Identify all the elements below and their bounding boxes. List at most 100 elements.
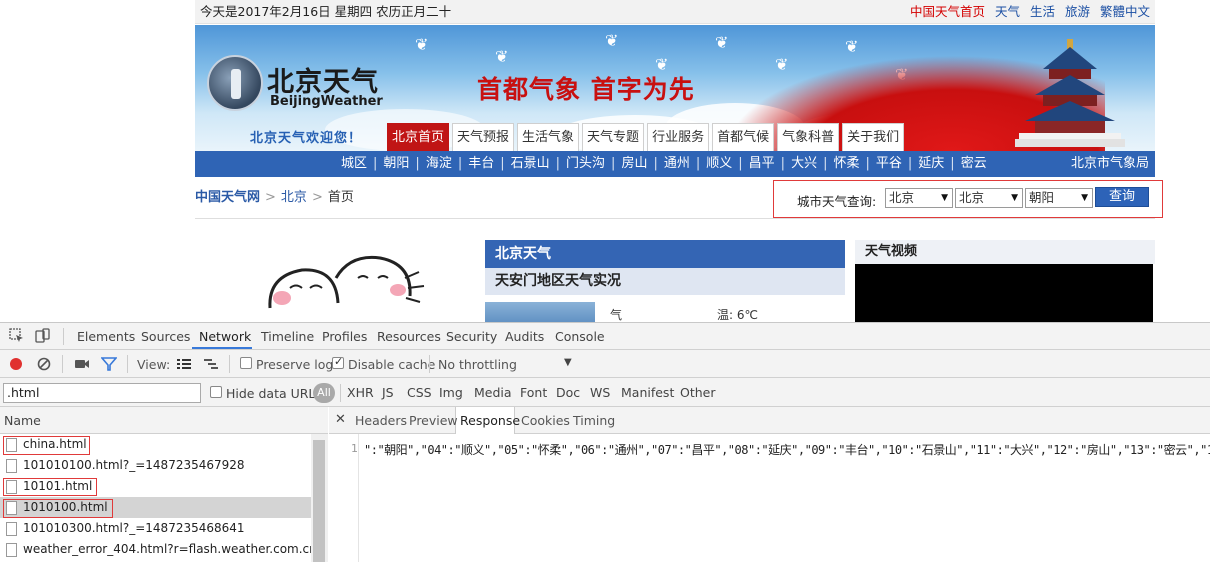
district-link[interactable]: 石景山 — [511, 156, 550, 171]
district-select[interactable]: 朝阳 ▼ — [1025, 188, 1093, 208]
link-travel[interactable]: 旅游 — [1065, 4, 1090, 19]
tab-security[interactable]: Security — [446, 329, 497, 344]
video-player[interactable] — [855, 264, 1153, 322]
district-link[interactable]: 房山 — [621, 156, 647, 171]
date-text: 今天是2017年2月16日 星期四 农历正月二十 — [200, 4, 452, 19]
dove-icon: ❦ — [715, 33, 729, 52]
district-link[interactable]: 海淀 — [426, 156, 452, 171]
tab-sources[interactable]: Sources — [141, 329, 190, 344]
filter-ws[interactable]: WS — [590, 385, 610, 400]
district-link[interactable]: 顺义 — [706, 156, 732, 171]
district-link[interactable]: 丰台 — [468, 156, 494, 171]
tiananmen-weather-header: 天安门地区天气实况 — [485, 268, 845, 295]
filter-all-button[interactable]: All — [313, 383, 335, 403]
breadcrumb-china-weather[interactable]: 中国天气网 — [195, 190, 260, 205]
province-select[interactable]: 北京 ▼ — [885, 188, 953, 208]
file-icon — [6, 459, 17, 473]
response-body[interactable]: ":"朝阳","04":"顺义","05":"怀柔","06":"通州","07… — [364, 441, 1210, 458]
name-column-header[interactable]: Name — [0, 407, 328, 434]
filter-other[interactable]: Other — [680, 385, 716, 400]
tab-cookies[interactable]: Cookies — [521, 413, 570, 428]
preserve-log-checkbox[interactable] — [240, 357, 252, 369]
query-label: 城市天气查询: — [797, 194, 877, 209]
query-button[interactable]: 查询 — [1095, 187, 1149, 207]
link-traditional-chinese[interactable]: 繁體中文 — [1100, 4, 1150, 19]
breadcrumb: 中国天气网 > 北京 > 首页 — [195, 186, 354, 205]
filter-doc[interactable]: Doc — [556, 385, 580, 400]
beijing-weather-logo-icon[interactable] — [207, 55, 263, 111]
cartoon-illustration — [268, 255, 425, 309]
link-china-weather-home[interactable]: 中国天气首页 — [910, 4, 985, 19]
tab-industry-services[interactable]: 行业服务 — [647, 123, 710, 151]
dropdown-arrow-icon: ▼ — [1011, 193, 1018, 203]
request-row[interactable]: 101010100.html?_=1487235467928 — [0, 455, 311, 476]
filter-manifest[interactable]: Manifest — [621, 385, 674, 400]
tab-console[interactable]: Console — [555, 329, 605, 344]
filter-font[interactable]: Font — [520, 385, 547, 400]
district-link[interactable]: 平谷 — [876, 156, 902, 171]
tab-network[interactable]: Network — [199, 329, 251, 344]
province-select-value: 北京 — [889, 190, 915, 205]
breadcrumb-beijing[interactable]: 北京 — [281, 190, 307, 205]
filter-icon[interactable] — [101, 356, 117, 372]
list-view-icon[interactable] — [176, 356, 192, 372]
close-icon[interactable]: ✕ — [335, 412, 346, 427]
filter-js[interactable]: JS — [382, 385, 394, 400]
tab-headers[interactable]: Headers — [355, 413, 407, 428]
request-row[interactable]: weather_error_404.html?r=flash.weather.c… — [0, 539, 311, 560]
throttling-select[interactable]: No throttling — [438, 357, 517, 372]
district-link[interactable]: 怀柔 — [833, 156, 859, 171]
request-name: weather_error_404.html?r=flash.weather.c… — [23, 542, 311, 556]
tab-science[interactable]: 气象科普 — [777, 123, 840, 151]
tiananmen-photo — [485, 302, 595, 322]
editor-gutter — [358, 434, 359, 562]
tab-beijing-home[interactable]: 北京首页 — [387, 123, 450, 151]
record-icon[interactable] — [8, 356, 24, 372]
tab-response[interactable]: Response — [460, 413, 520, 428]
filter-xhr[interactable]: XHR — [347, 385, 374, 400]
tab-elements[interactable]: Elements — [77, 329, 135, 344]
scrollbar-thumb[interactable] — [313, 440, 325, 562]
tab-preview[interactable]: Preview — [409, 413, 458, 428]
tab-weather-topics[interactable]: 天气专题 — [582, 123, 645, 151]
waterfall-view-icon[interactable] — [203, 356, 219, 372]
tab-forecast[interactable]: 天气预报 — [452, 123, 515, 151]
link-weather[interactable]: 天气 — [995, 4, 1020, 19]
inspect-element-icon[interactable] — [9, 328, 25, 344]
district-link[interactable]: 大兴 — [791, 156, 817, 171]
filter-css[interactable]: CSS — [407, 385, 432, 400]
video-camera-icon[interactable] — [74, 356, 90, 372]
dropdown-arrow-icon[interactable]: ▼ — [564, 357, 572, 368]
tab-timeline[interactable]: Timeline — [261, 329, 314, 344]
filter-img[interactable]: Img — [439, 385, 463, 400]
hide-data-urls-checkbox[interactable] — [210, 386, 222, 398]
tab-timing[interactable]: Timing — [573, 413, 615, 428]
district-links: 城区 | 朝阳 | 海淀 | 丰台 | 石景山 | 门头沟 | 房山 | 通州 | 顺义 | 昌平 | 大兴 | 怀柔 | 平谷… — [341, 156, 987, 171]
tab-audits[interactable]: Audits — [505, 329, 544, 344]
preserve-log-label: Preserve log — [256, 357, 334, 372]
tab-resources[interactable]: Resources — [377, 329, 441, 344]
tab-about-us[interactable]: 关于我们 — [842, 123, 905, 151]
city-select[interactable]: 北京 ▼ — [955, 188, 1023, 208]
district-link[interactable]: 密云 — [961, 156, 987, 171]
breadcrumb-home: 首页 — [327, 190, 354, 205]
request-row[interactable]: 101010300.html?_=1487235468641 — [0, 518, 311, 539]
filter-media[interactable]: Media — [474, 385, 512, 400]
clear-icon[interactable] — [36, 356, 52, 372]
tab-life-weather[interactable]: 生活气象 — [517, 123, 580, 151]
district-link[interactable]: 城区 — [341, 156, 367, 171]
filter-input[interactable]: .html — [3, 383, 201, 403]
dropdown-arrow-icon: ▼ — [1081, 193, 1088, 203]
device-mode-icon[interactable] — [34, 328, 50, 344]
district-link[interactable]: 朝阳 — [383, 156, 409, 171]
tab-profiles[interactable]: Profiles — [322, 329, 367, 344]
district-link[interactable]: 昌平 — [749, 156, 775, 171]
link-life[interactable]: 生活 — [1030, 4, 1055, 19]
bureau-link[interactable]: 北京市气象局 — [1071, 151, 1149, 177]
tab-capital-climate[interactable]: 首都气候 — [712, 123, 775, 151]
district-link[interactable]: 延庆 — [918, 156, 944, 171]
district-link[interactable]: 通州 — [664, 156, 690, 171]
district-link[interactable]: 门头沟 — [566, 156, 605, 171]
file-icon — [6, 543, 17, 557]
disable-cache-checkbox[interactable] — [332, 355, 344, 369]
